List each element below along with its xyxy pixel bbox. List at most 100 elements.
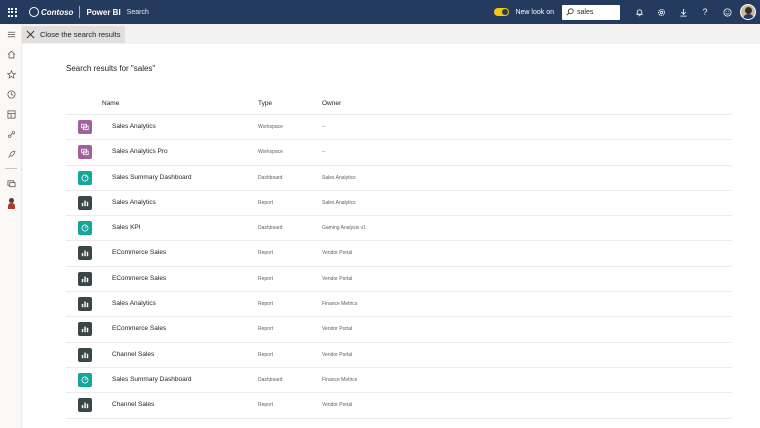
column-header-name[interactable]: Name <box>102 100 119 107</box>
brand-logo[interactable]: Contoso <box>24 0 73 24</box>
close-search-results-button[interactable]: Close the search results <box>22 26 126 43</box>
table-row[interactable]: ECommerce Sales Report Vendor Portal <box>66 317 732 343</box>
dashboard-icon <box>78 170 92 185</box>
nav-favorites[interactable] <box>0 64 22 84</box>
row-owner: Vendor Portal <box>322 402 353 409</box>
row-name[interactable]: ECommerce Sales <box>112 325 166 332</box>
rocket-icon <box>7 150 15 158</box>
download-icon <box>679 8 687 17</box>
table-header: Name Type Owner <box>66 94 732 115</box>
workspace-icon <box>78 145 92 160</box>
home-icon <box>7 50 15 58</box>
gear-icon <box>657 8 665 16</box>
nav-home[interactable] <box>0 44 22 64</box>
row-type: Workspace <box>258 149 283 156</box>
row-name[interactable]: Sales Analytics <box>112 123 156 130</box>
row-owner: Vendor Portal <box>322 351 353 358</box>
row-owner: -- <box>322 149 326 156</box>
report-icon <box>78 398 92 413</box>
row-name[interactable]: ECommerce Sales <box>112 275 166 282</box>
contoso-logo-icon <box>29 7 39 17</box>
dashboard-icon <box>78 372 92 387</box>
brand-name: Contoso <box>41 7 74 17</box>
row-owner: -- <box>322 124 326 130</box>
results-table: Name Type Owner Sales Analytics Workspace… <box>66 94 732 419</box>
table-row[interactable]: Sales Summary Dashboard Dashboard Finance … <box>66 368 732 394</box>
nav-my-workspace[interactable] <box>0 193 22 213</box>
star-icon <box>6 69 16 79</box>
report-icon <box>78 195 92 210</box>
nav-apps[interactable] <box>0 104 22 124</box>
column-header-owner[interactable]: Owner <box>322 100 341 107</box>
row-name[interactable]: Channel Sales <box>112 401 154 408</box>
search-value: sales <box>577 8 594 16</box>
rail-divider <box>4 168 17 169</box>
settings-button[interactable] <box>650 0 672 24</box>
clock-icon <box>6 89 16 99</box>
user-avatar[interactable] <box>740 4 756 20</box>
row-name[interactable]: Channel Sales <box>112 351 154 358</box>
report-icon <box>78 271 92 286</box>
table-row[interactable]: Sales Analytics Report Finance Metrics <box>66 292 732 318</box>
row-name[interactable]: Sales Analytics Pro <box>112 148 168 155</box>
row-type: Report <box>258 326 274 333</box>
row-name[interactable]: Sales Analytics <box>112 300 156 307</box>
column-header-type[interactable]: Type <box>258 100 272 107</box>
table-row[interactable]: ECommerce Sales Report Vendor Portal <box>66 241 732 267</box>
search-icon <box>566 8 574 16</box>
bell-icon <box>635 8 643 16</box>
row-name[interactable]: Sales Summary Dashboard <box>112 174 191 181</box>
nav-workspaces[interactable] <box>0 173 22 193</box>
download-button[interactable] <box>672 0 694 24</box>
help-button[interactable]: ? <box>694 0 716 24</box>
divider <box>79 6 81 18</box>
row-owner: Gaming Analysis v1 <box>322 225 366 232</box>
menu-icon <box>7 31 15 37</box>
table-row[interactable]: ECommerce Sales Report Vendor Portal <box>66 267 732 293</box>
row-type: Report <box>258 275 274 282</box>
row-name[interactable]: ECommerce Sales <box>112 249 166 256</box>
row-type: Dashboard <box>258 174 283 181</box>
main-content: Search results for "sales" Name Type Own… <box>23 44 760 428</box>
row-owner: Sales Analytics <box>322 174 356 181</box>
row-owner: Vendor Portal <box>322 275 353 282</box>
search-input[interactable]: sales <box>562 4 620 20</box>
report-icon <box>78 347 92 362</box>
report-icon <box>78 246 92 261</box>
product-name[interactable]: Power BI <box>86 8 120 17</box>
nav-shared[interactable] <box>0 124 22 144</box>
row-name[interactable]: Sales Summary Dashboard <box>112 376 191 383</box>
smiley-icon <box>722 7 732 17</box>
report-icon <box>78 322 92 337</box>
close-icon <box>26 30 35 39</box>
notifications-button[interactable] <box>628 0 650 24</box>
table-row[interactable]: Sales KPI Dashboard Gaming Analysis v1 <box>66 216 732 242</box>
top-bar: Contoso Power BI Search New look on sale… <box>0 0 760 24</box>
close-search-results-label: Close the search results <box>40 30 121 39</box>
table-row[interactable]: Sales Summary Dashboard Dashboard Sales An… <box>66 166 732 191</box>
workspaces-icon <box>6 179 16 187</box>
row-owner: Vendor Portal <box>322 250 353 257</box>
row-type: Report <box>258 402 274 409</box>
nav-recent[interactable] <box>0 84 22 104</box>
page-title: Search results for "sales" <box>66 64 156 73</box>
help-icon: ? <box>702 7 708 17</box>
command-bar: Close the search results <box>22 24 760 44</box>
user-avatar-icon <box>7 197 16 209</box>
table-row[interactable]: Sales Analytics Workspace -- <box>66 115 732 141</box>
table-row[interactable]: Sales Analytics Pro Workspace -- <box>66 140 732 166</box>
nav-learn[interactable] <box>0 144 22 164</box>
breadcrumb: Search <box>126 8 149 16</box>
nav-menu[interactable] <box>0 24 22 44</box>
row-type: Report <box>258 250 274 257</box>
row-name[interactable]: Sales Analytics <box>112 199 156 206</box>
table-row[interactable]: Channel Sales Report Vendor Portal <box>66 393 732 419</box>
row-owner: Finance Metrics <box>322 301 358 308</box>
row-name[interactable]: Sales KPI <box>112 224 141 231</box>
table-row[interactable]: Sales Analytics Report Sales Analytics <box>66 191 732 217</box>
row-owner: Vendor Portal <box>322 326 353 333</box>
new-look-toggle[interactable] <box>494 8 510 16</box>
feedback-button[interactable] <box>716 0 738 24</box>
app-launcher-icon[interactable] <box>0 0 24 24</box>
table-row[interactable]: Channel Sales Report Vendor Portal <box>66 343 732 368</box>
